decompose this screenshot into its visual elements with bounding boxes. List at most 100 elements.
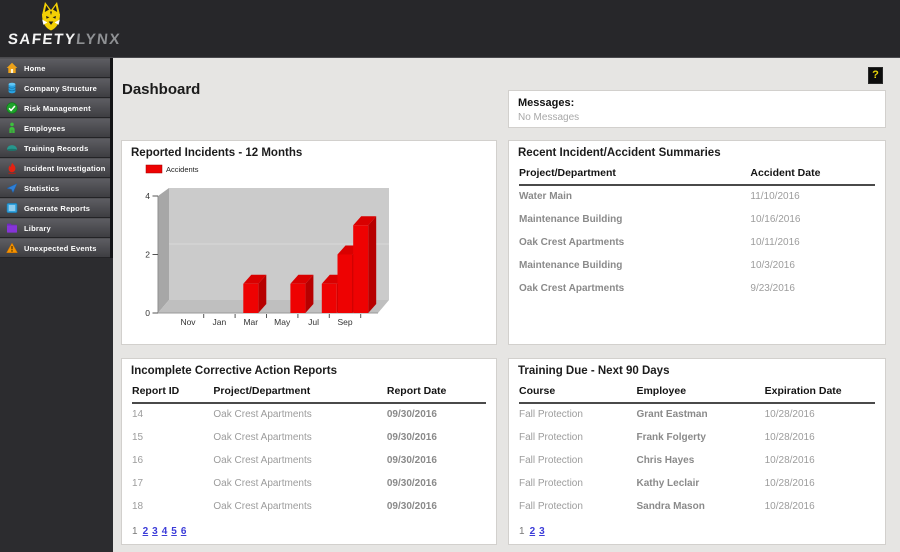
table-cell: 09/30/2016 <box>386 409 437 420</box>
sidebar-item-label: Generate Reports <box>24 203 91 213</box>
table-cell: 17 <box>132 478 144 489</box>
sidebar-item-label: Library <box>24 223 51 233</box>
table-cell: Fall Protection <box>519 409 583 420</box>
table-row: 17 Oak Crest Apartments 09/30/2016 <box>132 473 486 496</box>
page-current: 1 <box>519 526 525 537</box>
page-link[interactable]: 2 <box>143 526 149 537</box>
training-due-table: Course Employee Expiration Date Fall Prote… <box>519 381 875 519</box>
table-cell: 09/30/2016 <box>386 501 437 512</box>
page-link[interactable]: 3 <box>539 526 545 537</box>
table-cell: 15 <box>132 432 144 443</box>
table-cell: Maintenance Building <box>519 260 623 271</box>
recent-summaries-title: Recent Incident/Accident Summaries <box>518 147 721 159</box>
unexpected-events-icon <box>5 242 18 255</box>
table-row: 16 Oak Crest Apartments 09/30/2016 <box>132 450 486 473</box>
recent-summaries-panel: Recent Incident/Accident Summaries Proje… <box>508 140 886 345</box>
table-cell: Fall Protection <box>519 432 583 443</box>
table-row: Fall Protection Kathy Leclair 10/28/2016 <box>519 473 875 496</box>
sidebar-item-generate-reports[interactable]: Generate Reports <box>0 198 110 218</box>
sidebar: Home Company Structure Risk Management Empl… <box>0 58 113 552</box>
sidebar-item-training-records[interactable]: Training Records <box>0 138 110 158</box>
employees-icon <box>5 122 18 135</box>
table-cell: 9/23/2016 <box>750 283 795 294</box>
table-row: Fall Protection Grant Eastman 10/28/2016 <box>519 403 875 427</box>
brand-text-lynx: LYNX <box>75 31 122 48</box>
svg-text:Mar: Mar <box>243 317 258 327</box>
sidebar-item-library[interactable]: Library <box>0 218 110 238</box>
table-cell: 16 <box>132 455 144 466</box>
brand-text-safety: SAFETY <box>7 31 78 48</box>
table-row: Maintenance Building 10/16/2016 <box>519 209 875 232</box>
training-due-title: Training Due - Next 90 Days <box>518 365 670 377</box>
sidebar-item-label: Employees <box>24 123 66 133</box>
table-cell: 10/28/2016 <box>764 409 815 420</box>
chart-left-wall <box>158 188 169 313</box>
recent-summaries-table: Project/Department Accident Date Water Ma… <box>519 163 875 301</box>
svg-text:Jul: Jul <box>308 317 319 327</box>
legend-swatch <box>145 164 163 174</box>
sidebar-item-incident-investigation[interactable]: Incident Investigation <box>0 158 110 178</box>
training-due-pagination: 123 <box>519 526 885 537</box>
table-cell: 14 <box>132 409 144 420</box>
sidebar-item-risk-management[interactable]: Risk Management <box>0 98 110 118</box>
page-link[interactable]: 5 <box>171 526 177 537</box>
sidebar-item-statistics[interactable]: Statistics <box>0 178 110 198</box>
home-icon <box>5 62 18 75</box>
page-link[interactable]: 3 <box>152 526 158 537</box>
sidebar-item-label: Statistics <box>24 183 60 193</box>
column-header: Project/Department <box>213 381 387 404</box>
sidebar-item-label: Company Structure <box>24 83 97 93</box>
table-cell: Oak Crest Apartments <box>213 432 312 443</box>
reported-incidents-panel: Reported Incidents - 12 Months 0 2 4 Nov Jan… <box>121 140 497 345</box>
messages-title: Messages: <box>518 97 575 109</box>
svg-text:4: 4 <box>145 191 150 201</box>
table-row: Maintenance Building 10/3/2016 <box>519 255 875 278</box>
page-link[interactable]: 6 <box>181 526 187 537</box>
table-row: 18 Oak Crest Apartments 09/30/2016 <box>132 496 486 519</box>
table-cell: 10/16/2016 <box>750 214 801 225</box>
page-link[interactable]: 2 <box>530 526 536 537</box>
training-due-panel: Training Due - Next 90 Days Course Employ… <box>508 358 886 545</box>
messages-empty-text: No Messages <box>518 112 580 123</box>
sidebar-item-company-structure[interactable]: Company Structure <box>0 78 110 98</box>
statistics-icon <box>5 182 18 195</box>
company-structure-icon <box>5 82 18 95</box>
screen: SAFETYLYNX Home Company Structure Risk Man… <box>0 0 900 552</box>
sidebar-item-label: Home <box>24 63 46 73</box>
page-title: Dashboard <box>122 81 201 98</box>
table-row: 14 Oak Crest Apartments 09/30/2016 <box>132 403 486 427</box>
column-header: Report Date <box>386 381 486 404</box>
sidebar-item-label: Incident Investigation <box>24 163 106 173</box>
table-cell: 09/30/2016 <box>386 478 437 489</box>
incomplete-reports-pagination: 123456 <box>132 526 496 537</box>
brand-wordmark: SAFETYLYNX <box>7 31 122 48</box>
table-row: Fall Protection Chris Hayes 10/28/2016 <box>519 450 875 473</box>
table-cell: Maintenance Building <box>519 214 623 225</box>
table-row: Fall Protection Sandra Mason 10/28/2016 <box>519 496 875 519</box>
column-header: Project/Department <box>519 163 751 186</box>
sidebar-item-unexpected-events[interactable]: Unexpected Events <box>0 238 110 258</box>
table-cell: 09/30/2016 <box>386 432 437 443</box>
table-cell: Oak Crest Apartments <box>519 283 625 294</box>
sidebar-item-employees[interactable]: Employees <box>0 118 110 138</box>
chart-title: Reported Incidents - 12 Months <box>131 147 303 159</box>
column-header: Report ID <box>132 381 214 404</box>
svg-text:May: May <box>274 317 291 327</box>
lynx-logo-icon <box>42 2 60 31</box>
column-header: Course <box>519 381 637 404</box>
incomplete-reports-title: Incomplete Corrective Action Reports <box>131 365 337 377</box>
table-header-row: Project/Department Accident Date <box>519 163 875 186</box>
table-cell: Oak Crest Apartments <box>519 237 625 248</box>
page-link[interactable]: 4 <box>162 526 168 537</box>
table-cell: Oak Crest Apartments <box>213 455 312 466</box>
table-cell: Chris Hayes <box>636 455 695 466</box>
bar-Jun <box>290 274 314 313</box>
table-cell: Fall Protection <box>519 455 583 466</box>
sidebar-item-home[interactable]: Home <box>0 58 110 78</box>
table-row: Oak Crest Apartments 9/23/2016 <box>519 278 875 301</box>
legend-label: Accidents <box>166 165 199 174</box>
table-cell: Oak Crest Apartments <box>213 501 312 512</box>
help-button[interactable]: ? <box>868 67 883 84</box>
svg-text:Jan: Jan <box>213 317 227 327</box>
table-cell: 10/28/2016 <box>764 501 815 512</box>
